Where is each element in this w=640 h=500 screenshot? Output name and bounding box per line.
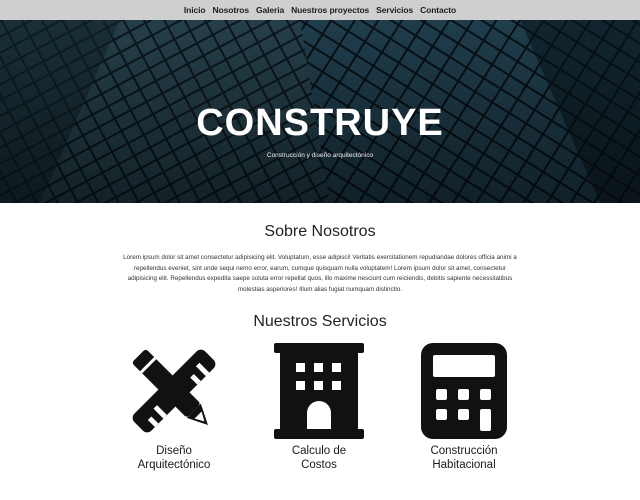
service-card-design: Diseño Arquitectónico bbox=[114, 343, 234, 472]
nav-link-servicios[interactable]: Servicios bbox=[376, 5, 413, 15]
services-section: Nuestros Servicios Diseño Arquitectónico… bbox=[0, 295, 640, 481]
nav-link-nuestros-proyectos[interactable]: Nuestros proyectos bbox=[291, 5, 369, 15]
service-label-housing: Construcción Habitacional bbox=[430, 445, 498, 472]
service-label-design: Diseño Arquitectónico bbox=[137, 445, 211, 472]
nav-link-contacto[interactable]: Contacto bbox=[420, 5, 456, 15]
calculator-icon bbox=[421, 343, 507, 440]
main-nav: Inicio Nosotros Galeria Nuestros proyect… bbox=[0, 0, 640, 20]
about-heading: Sobre Nosotros bbox=[264, 223, 376, 240]
nav-link-inicio[interactable]: Inicio bbox=[184, 5, 206, 15]
about-paragraph: Lorem ipsum dolor sit amet consectetur a… bbox=[123, 254, 517, 293]
about-section: Sobre Nosotros Lorem ipsum dolor sit ame… bbox=[0, 203, 640, 295]
service-label-costs: Calculo de Costos bbox=[291, 445, 347, 472]
services-heading: Nuestros Servicios bbox=[253, 313, 387, 331]
hero-title: CONSTRUYE bbox=[196, 102, 444, 144]
nav-link-galeria[interactable]: Galeria bbox=[256, 5, 284, 15]
pencil-ruler-icon bbox=[132, 350, 216, 433]
service-card-housing: Construcción Habitacional bbox=[404, 343, 524, 472]
hero-banner: CONSTRUYE Construcción y diseño arquitec… bbox=[0, 20, 640, 203]
building-icon bbox=[274, 343, 364, 440]
services-cards: Diseño Arquitectónico Calculo de Costos bbox=[0, 331, 640, 481]
service-card-costs: Calculo de Costos bbox=[259, 343, 379, 472]
nav-link-nosotros[interactable]: Nosotros bbox=[213, 5, 250, 15]
hero-subtitle: Construcción y diseño arquitectónico bbox=[266, 152, 374, 159]
